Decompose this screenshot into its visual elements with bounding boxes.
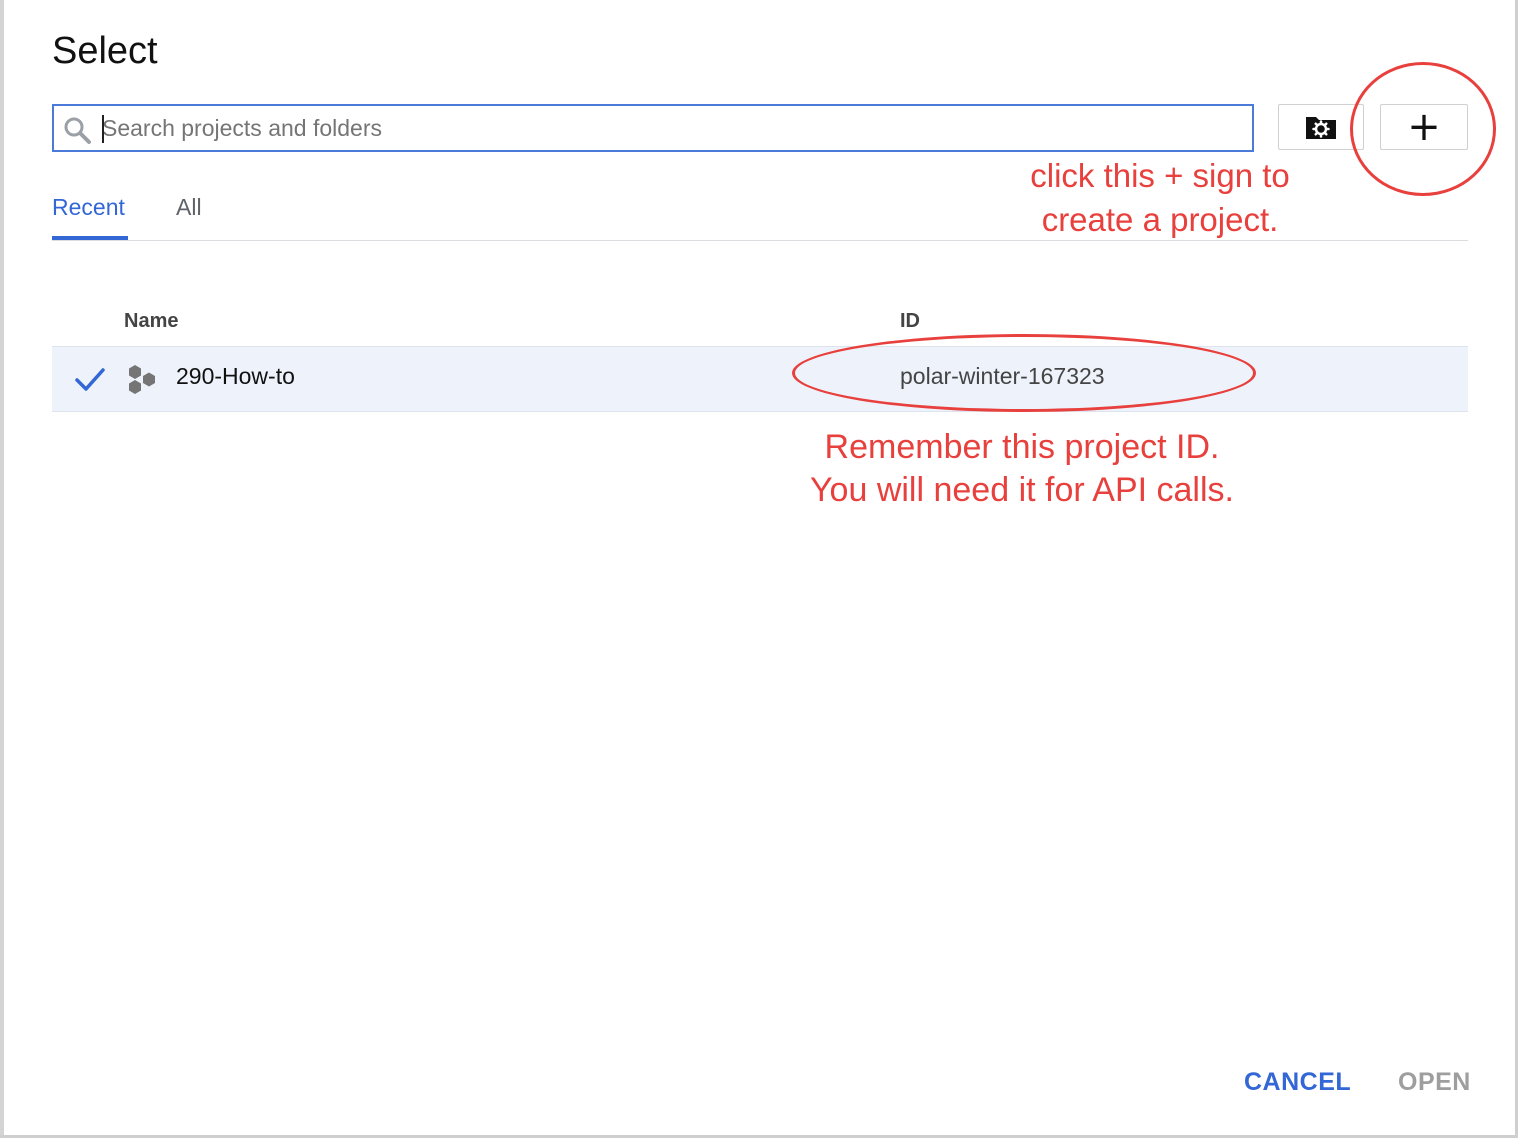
search-input[interactable] [102,110,1242,146]
column-header-id: ID [900,310,920,332]
new-project-button[interactable]: + [1380,104,1468,150]
plus-icon: + [1407,104,1441,150]
project-name: 290-How-to [176,363,295,389]
search-box[interactable] [52,104,1254,152]
column-header-name: Name [124,310,179,332]
window-edge-left [0,0,4,1138]
tab-recent[interactable]: Recent [52,194,125,221]
table-row[interactable]: 290-How-to polar-winter-167323 [52,346,1468,412]
annotation-project-id-note-line2: You will need it for API calls. [810,471,1234,509]
open-button[interactable]: OPEN [1390,1066,1479,1099]
project-id: polar-winter-167323 [900,363,1105,389]
dialog-title: Select [52,30,158,72]
tabs-divider [52,240,1468,241]
text-caret [102,115,104,143]
project-icon [129,365,155,394]
tab-all[interactable]: All [176,194,202,221]
search-icon [64,117,91,144]
manage-folders-button[interactable] [1278,104,1364,150]
folder-gear-icon [1306,117,1336,139]
annotation-new-project-note: click this + sign to create a project. [1030,157,1290,238]
cancel-button[interactable]: CANCEL [1236,1066,1359,1099]
checkmark-icon [75,368,105,391]
annotation-project-id-note: Remember this project ID. You will need … [770,426,1274,512]
annotation-project-id-note-line1: Remember this project ID. [824,428,1220,466]
